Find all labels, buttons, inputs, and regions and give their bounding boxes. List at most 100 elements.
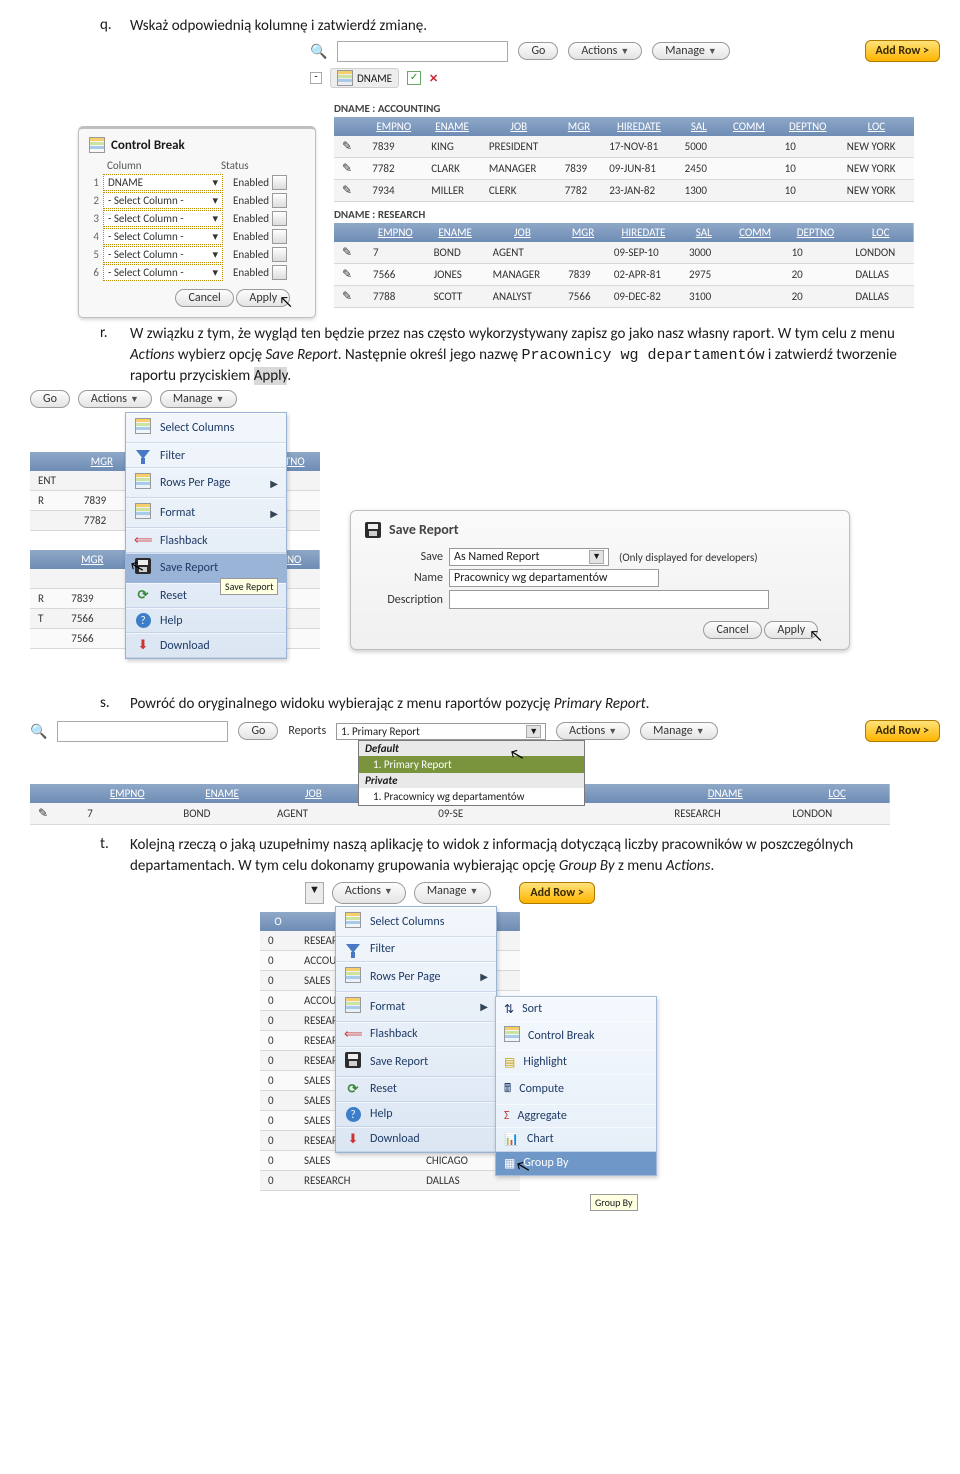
reports-select[interactable]: 1. Primary Report▼ <box>336 723 546 740</box>
table-row: ✎7934MILLERCLERK778223-JAN-82130010NEW Y… <box>334 180 914 202</box>
go-button[interactable]: Go <box>518 42 558 60</box>
save-report-dialog: Save Report Save As Named Report▼ (Only … <box>350 510 850 650</box>
search-input-2[interactable] <box>57 721 228 742</box>
control-break-icon <box>89 137 105 153</box>
sub-sort[interactable]: ⇅Sort <box>496 997 656 1021</box>
menu-format[interactable]: Format▶ <box>126 498 286 528</box>
cb-col-4[interactable]: - Select Column -▾ <box>103 228 223 245</box>
data-table-2: EMPNOENAMEJOBMGRHIREDATESALCOMMDEPTNOLOC… <box>334 223 914 308</box>
menu-reset[interactable]: ⟳Reset <box>336 1077 496 1102</box>
actions-button-4[interactable]: Actions▼ <box>332 882 406 904</box>
table-row: ✎7782CLARKMANAGER783909-JUN-81245010NEW … <box>334 158 914 180</box>
edit-icon[interactable]: ✎ <box>334 180 364 202</box>
actions-menu: Select Columns Filter Rows Per Page▶ For… <box>125 412 287 659</box>
menu-rows-per-page[interactable]: Rows Per Page▶ <box>336 962 496 992</box>
cb-cancel-button[interactable]: Cancel <box>175 289 233 307</box>
chip-remove-icon[interactable]: ✕ <box>429 72 438 85</box>
manage-button-2[interactable]: Manage▼ <box>160 390 238 408</box>
chip-enabled-checkbox[interactable]: ✓ <box>407 71 421 85</box>
control-break-dialog: Control Break ColumnStatus 1DNAME▾Enable… <box>78 126 316 318</box>
save-type-select[interactable]: As Named Report▼ <box>449 548 609 566</box>
edit-icon[interactable]: ✎ <box>30 803 79 825</box>
step-text: Kolejną rzeczą o jaką uzupełnimy naszą a… <box>130 835 940 876</box>
sub-highlight[interactable]: ▤Highlight <box>496 1050 656 1074</box>
desc-input[interactable] <box>449 590 769 609</box>
data-table-1: EMPNOENAMEJOBMGRHIREDATESALCOMMDEPTNOLOC… <box>334 117 914 202</box>
manage-button-4[interactable]: Manage▼ <box>414 882 492 904</box>
step-letter: t. <box>100 835 130 876</box>
sub-aggregate[interactable]: ΣAggregate <box>496 1104 656 1127</box>
name-label: Name <box>365 571 449 585</box>
cb-status-1[interactable] <box>272 175 287 190</box>
cb-col-6[interactable]: - Select Column -▾ <box>103 264 223 281</box>
edit-icon[interactable]: ✎ <box>334 286 365 308</box>
reports-label: Reports <box>288 724 326 738</box>
reports-group-default: Default <box>359 741 584 756</box>
cb-col-5[interactable]: - Select Column -▾ <box>103 246 223 263</box>
edit-icon[interactable]: ✎ <box>334 158 364 180</box>
sr-cancel-button[interactable]: Cancel <box>703 621 761 639</box>
add-row-button[interactable]: Add Row > <box>865 40 940 62</box>
table-row: 0SALESCHICAGO <box>260 1150 520 1170</box>
reports-group-private: Private <box>359 773 584 788</box>
table-row: 0RESEARCHDALLAS <box>260 1170 520 1190</box>
manage-button[interactable]: Manage▼ <box>652 42 730 60</box>
table-row: ✎7839KINGPRESIDENT17-NOV-81500010NEW YOR… <box>334 136 914 158</box>
go-button-2[interactable]: Go <box>30 390 70 408</box>
actions-menu-2: Select Columns Filter Rows Per Page▶ For… <box>335 906 497 1153</box>
break-chip[interactable]: DNAME <box>330 68 399 88</box>
menu-download[interactable]: ⬇Download <box>126 633 286 658</box>
reports-opt-primary[interactable]: 1. Primary Report <box>359 756 584 773</box>
menu-flashback[interactable]: ⟸Flashback <box>126 528 286 553</box>
desc-label: Description <box>365 593 449 607</box>
step-letter: q. <box>100 16 130 36</box>
tooltip-group-by: Group By <box>590 1194 638 1211</box>
manage-button-3[interactable]: Manage▼ <box>640 722 718 740</box>
reports-opt-private1[interactable]: 1. Pracownicy wg departamentów <box>359 788 584 805</box>
table-row: ✎7788SCOTTANALYST756609-DEC-82310020DALL… <box>334 286 914 308</box>
step-text: Powróć do oryginalnego widoku wybierając… <box>130 694 649 714</box>
menu-help[interactable]: ?Help <box>126 608 286 633</box>
actions-button-2[interactable]: Actions▼ <box>78 390 152 408</box>
menu-format[interactable]: Format▶ <box>336 992 496 1022</box>
name-input[interactable]: Pracownicy wg departamentów <box>449 569 659 587</box>
reports-popup: Default 1. Primary Report Private 1. Pra… <box>358 740 585 806</box>
save-note: (Only displayed for developers) <box>619 551 758 564</box>
menu-filter[interactable]: Filter <box>126 443 286 468</box>
cb-col-1[interactable]: DNAME▾ <box>103 174 223 191</box>
save-icon <box>365 522 381 538</box>
tooltip-save-report: Save Report <box>220 578 278 595</box>
menu-select-columns[interactable]: Select Columns <box>126 413 286 443</box>
collapse-icon[interactable]: - <box>310 72 322 84</box>
menu-download[interactable]: ⬇Download <box>336 1127 496 1152</box>
menu-flashback[interactable]: ⟸Flashback <box>336 1022 496 1047</box>
menu-rows-per-page[interactable]: Rows Per Page▶ <box>126 468 286 498</box>
add-row-button-2[interactable]: Add Row > <box>865 720 940 742</box>
go-button-3[interactable]: Go <box>238 722 278 740</box>
edit-icon[interactable]: ✎ <box>334 242 365 264</box>
search-icon: 🔍 <box>30 723 47 740</box>
actions-button-3[interactable]: Actions▼ <box>556 722 630 740</box>
cb-col-2[interactable]: - Select Column -▾ <box>103 192 223 209</box>
cursor-icon: ↖ <box>809 627 823 646</box>
sub-chart[interactable]: 📊Chart <box>496 1127 656 1151</box>
table-row: ✎7BONDAGENT09-SERESEARCHLONDON <box>30 803 890 825</box>
add-row-button-3[interactable]: Add Row > <box>519 882 594 904</box>
menu-select-columns[interactable]: Select Columns <box>336 907 496 937</box>
edit-icon[interactable]: ✎ <box>334 136 364 158</box>
search-input[interactable] <box>337 41 508 62</box>
actions-button[interactable]: Actions▼ <box>568 42 642 60</box>
search-icon: 🔍 <box>310 43 327 60</box>
menu-save-report[interactable]: Save Report <box>336 1047 496 1077</box>
unknown-select[interactable]: ▼ <box>305 882 324 904</box>
sub-group-by[interactable]: ▦Group By ↖ <box>496 1151 656 1175</box>
cb-col-3[interactable]: - Select Column -▾ <box>103 210 223 227</box>
step-text: Wskaż odpowiednią kolumnę i zatwierdź zm… <box>130 16 427 36</box>
group-label-1: DNAME : ACCOUNTING <box>334 102 940 115</box>
sub-control-break[interactable]: Control Break <box>496 1021 656 1050</box>
menu-filter[interactable]: Filter <box>336 937 496 962</box>
save-label: Save <box>365 550 449 564</box>
edit-icon[interactable]: ✎ <box>334 264 365 286</box>
menu-help[interactable]: ?Help <box>336 1102 496 1127</box>
sub-compute[interactable]: 🖩Compute <box>496 1074 656 1104</box>
